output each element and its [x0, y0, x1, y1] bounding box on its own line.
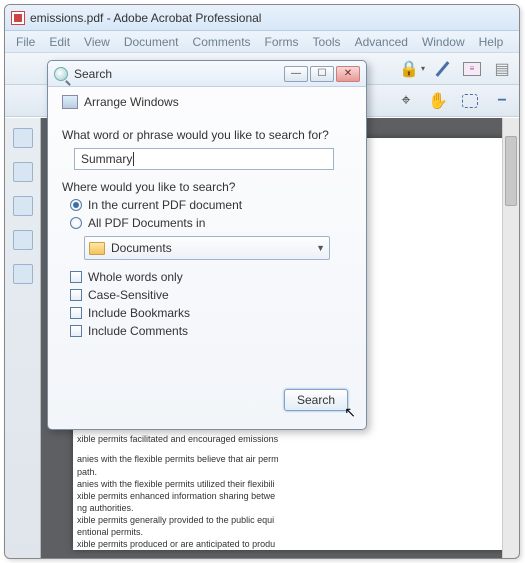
signatures-panel-icon[interactable] — [13, 196, 33, 216]
body-line: ng authorities. — [77, 502, 507, 514]
pages-panel-icon[interactable] — [13, 128, 33, 148]
radio-all-label: All PDF Documents in — [88, 216, 205, 230]
nav-panel — [5, 118, 41, 558]
window-title: emissions.pdf - Adobe Acrobat Profession… — [30, 11, 261, 25]
menu-comments[interactable]: Comments — [193, 35, 251, 49]
search-input-value: Summary — [81, 152, 134, 166]
menu-help[interactable]: Help — [479, 35, 504, 49]
menu-document[interactable]: Document — [124, 35, 179, 49]
check-whole-words[interactable] — [70, 271, 82, 283]
body-line: xible permits facilitated and encouraged… — [77, 433, 507, 445]
search-input[interactable]: Summary — [74, 148, 334, 170]
arrange-windows-link[interactable]: Arrange Windows — [84, 95, 179, 109]
zoom-out-icon[interactable]: − — [491, 90, 513, 112]
body-line — [77, 445, 507, 453]
bookmarks-panel-icon[interactable] — [13, 162, 33, 182]
check-include-bookmarks[interactable] — [70, 307, 82, 319]
scope-prompt: Where would you like to search? — [62, 180, 352, 194]
body-line: xible permits generally provided to the … — [77, 514, 507, 526]
comments-panel-icon[interactable] — [13, 264, 33, 284]
location-combo[interactable]: Documents ▼ — [84, 236, 330, 260]
menubar: File Edit View Document Comments Forms T… — [5, 31, 519, 53]
dialog-titlebar[interactable]: Search — ☐ ✕ — [48, 61, 366, 87]
check-include-comments[interactable] — [70, 325, 82, 337]
body-line: entional permits. — [77, 526, 507, 538]
radio-current-label: In the current PDF document — [88, 198, 242, 212]
menu-file[interactable]: File — [16, 35, 35, 49]
body-line: xible permits produced or are anticipate… — [77, 538, 507, 550]
folder-icon — [89, 242, 105, 255]
check-case-sensitive-label: Case-Sensitive — [88, 288, 169, 302]
body-line: path. — [77, 466, 507, 478]
more-tools-icon[interactable]: ▤ — [491, 58, 513, 80]
search-prompt: What word or phrase would you like to se… — [62, 128, 352, 142]
minimize-button[interactable]: — — [284, 66, 308, 82]
menu-tools[interactable]: Tools — [313, 35, 341, 49]
body-line: anies with the flexible permits believe … — [77, 453, 507, 465]
check-case-sensitive[interactable] — [70, 289, 82, 301]
menu-window[interactable]: Window — [422, 35, 465, 49]
menu-view[interactable]: View — [84, 35, 110, 49]
check-include-bookmarks-label: Include Bookmarks — [88, 306, 190, 320]
vertical-scrollbar[interactable] — [502, 118, 519, 558]
hand-tool-icon[interactable]: ✋ — [427, 90, 449, 112]
pdf-icon — [11, 11, 25, 25]
body-line: xible permits enhanced information shari… — [77, 490, 507, 502]
secure-button[interactable]: 🔒▾ — [401, 58, 423, 80]
forms-button[interactable]: ≡ — [461, 58, 483, 80]
search-icon — [54, 67, 68, 81]
close-button[interactable]: ✕ — [336, 66, 360, 82]
chevron-down-icon: ▼ — [316, 243, 325, 253]
body-line: anies with the flexible permits utilized… — [77, 478, 507, 490]
maximize-button[interactable]: ☐ — [310, 66, 334, 82]
search-button-label: Search — [297, 393, 335, 407]
titlebar: emissions.pdf - Adobe Acrobat Profession… — [5, 5, 519, 31]
location-combo-value: Documents — [111, 241, 310, 255]
marquee-zoom-icon[interactable] — [459, 90, 481, 112]
radio-all-documents[interactable] — [70, 217, 82, 229]
menu-forms[interactable]: Forms — [265, 35, 299, 49]
dialog-title: Search — [74, 67, 284, 81]
search-dialog: Search — ☐ ✕ Arrange Windows What word o… — [47, 60, 367, 430]
scrollbar-thumb[interactable] — [505, 136, 517, 206]
check-include-comments-label: Include Comments — [88, 324, 188, 338]
radio-current-document[interactable] — [70, 199, 82, 211]
attachments-panel-icon[interactable] — [13, 230, 33, 250]
select-tool-icon[interactable]: ⌖ — [395, 90, 417, 112]
sign-button[interactable] — [431, 58, 453, 80]
menu-edit[interactable]: Edit — [49, 35, 70, 49]
arrange-windows-icon — [62, 95, 78, 109]
menu-advanced[interactable]: Advanced — [355, 35, 408, 49]
check-whole-words-label: Whole words only — [88, 270, 183, 284]
search-button[interactable]: Search — [284, 389, 348, 411]
